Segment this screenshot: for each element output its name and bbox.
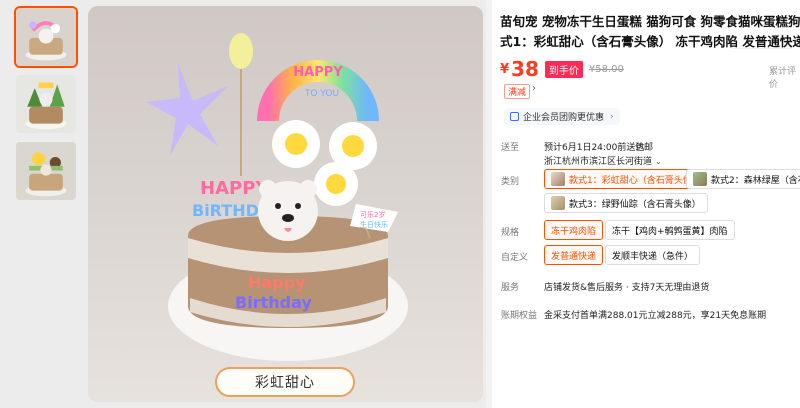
product-title: 苗旬宠 宠物冻干生日蛋糕 猫狗可食 狗零食猫咪蛋糕狗狗生日 蛋 式1：彩虹甜心（… <box>500 12 800 52</box>
delivery-address[interactable]: 浙江杭州市滨江区长河街道 ⌄ <box>544 154 662 167</box>
rainbow-to-you-text: TO YOU <box>304 89 339 99</box>
option-text: 发普通快递 <box>551 251 597 262</box>
chevron-right-icon: › <box>610 111 614 122</box>
divider <box>732 48 792 49</box>
member-promo[interactable]: 企业会员团购更优惠 › <box>504 108 620 125</box>
topper-happy-text: HAPPY <box>200 178 269 199</box>
category-option-2[interactable]: 款式2：森林绿屋（含石膏头 <box>686 169 800 189</box>
original-price: ¥58.00 <box>588 63 624 75</box>
spec-label: 规格 <box>501 228 520 238</box>
custom-option-2[interactable]: 发顺丰快递（急件） <box>605 245 701 265</box>
service-label: 服务 <box>501 283 520 293</box>
flag-text-1: 可乐2岁 <box>360 210 385 219</box>
free-shipping: 包邮 <box>635 143 654 153</box>
flag-text-2: 生日快乐 <box>360 220 388 229</box>
image-caption-button[interactable]: 彩虹甜心 <box>215 367 355 397</box>
enterprise-icon <box>510 112 519 121</box>
thumbnail-1[interactable] <box>14 6 78 68</box>
product-title-line-1: 苗旬宠 宠物冻干生日蛋糕 猫狗可食 狗零食猫咪蛋糕狗狗生日 蛋 <box>500 14 800 29</box>
option-text: 款式3：绿野仙踪（含石膏头像） <box>569 199 701 210</box>
benefits-label: 账期权益 <box>501 311 538 321</box>
category-label: 类别 <box>501 177 520 187</box>
price-value: 38 <box>511 57 539 81</box>
price-row: ¥ 38 到手价 ¥58.00 <box>500 57 624 81</box>
custom-option-1[interactable]: 发普通快递 <box>544 245 604 265</box>
front-happy-text: Happy <box>248 273 306 292</box>
spec-option-1[interactable]: 冻干鸡肉陷 <box>544 220 604 240</box>
chevron-right-icon[interactable]: › <box>532 83 536 94</box>
main-product-image[interactable]: HAPPY TO YOU HAPPY BiRTHDAY 可乐2岁 生日快乐 Ha… <box>88 6 483 402</box>
address-text: 浙江杭州市滨江区长河街道 <box>544 157 653 167</box>
delivery-label: 送至 <box>501 143 520 153</box>
discount-tag[interactable]: 满减 <box>504 84 531 99</box>
currency-symbol: ¥ <box>500 61 510 77</box>
option-thumbnail <box>551 196 565 210</box>
thumbnail-list <box>14 6 80 207</box>
option-thumbnail <box>693 172 707 186</box>
product-title-line-2: 式1：彩虹甜心（含石膏头像） 冻干鸡肉陷 发普通快递 MINI版 <box>500 34 800 49</box>
thumbnail-3[interactable] <box>14 140 78 202</box>
option-text: 款式2：森林绿屋（含石膏头 <box>711 175 800 186</box>
thumbnail-2[interactable] <box>14 73 78 135</box>
option-text: 发顺丰快递（急件） <box>612 251 694 262</box>
option-thumbnail <box>551 172 565 186</box>
spec-option-2[interactable]: 冻干【鸡肉+鹌鹑蛋黄】肉陷 <box>605 220 735 240</box>
benefits-text: 金采支付首单满288.01元立减288元，享21天免息账期 <box>544 311 767 321</box>
rainbow-happy-text: HAPPY <box>293 65 343 80</box>
delivery-eta: 预计6月1日24:00前送达 <box>544 143 645 153</box>
option-text: 款式1：彩虹甜心（含石膏头像） <box>569 175 701 186</box>
cake-illustration: HAPPY TO YOU HAPPY BiRTHDAY 可乐2岁 生日快乐 Ha… <box>88 6 483 402</box>
category-option-3[interactable]: 款式3：绿野仙踪（含石膏头像） <box>544 193 708 213</box>
custom-label: 自定义 <box>501 253 529 263</box>
front-birthday-text: Birthday <box>235 293 312 312</box>
chevron-down-icon: ⌄ <box>655 157 662 166</box>
option-text: 冻干【鸡肉+鹌鹑蛋黄】肉陷 <box>612 226 728 237</box>
member-promo-text: 企业会员团购更优惠 <box>523 113 605 123</box>
service-text: 店铺发货&售后服务 · 支持7天无理由退货 <box>544 283 710 293</box>
product-info-panel: 苗旬宠 宠物冻干生日蛋糕 猫狗可食 狗零食猫咪蛋糕狗狗生日 蛋 式1：彩虹甜心（… <box>492 0 800 408</box>
category-option-1[interactable]: 款式1：彩虹甜心（含石膏头像） <box>544 169 708 189</box>
option-text: 冻干鸡肉陷 <box>551 226 597 237</box>
hand-price-badge: 到手价 <box>544 60 583 78</box>
review-count-label[interactable]: 累计评价 <box>769 64 800 90</box>
